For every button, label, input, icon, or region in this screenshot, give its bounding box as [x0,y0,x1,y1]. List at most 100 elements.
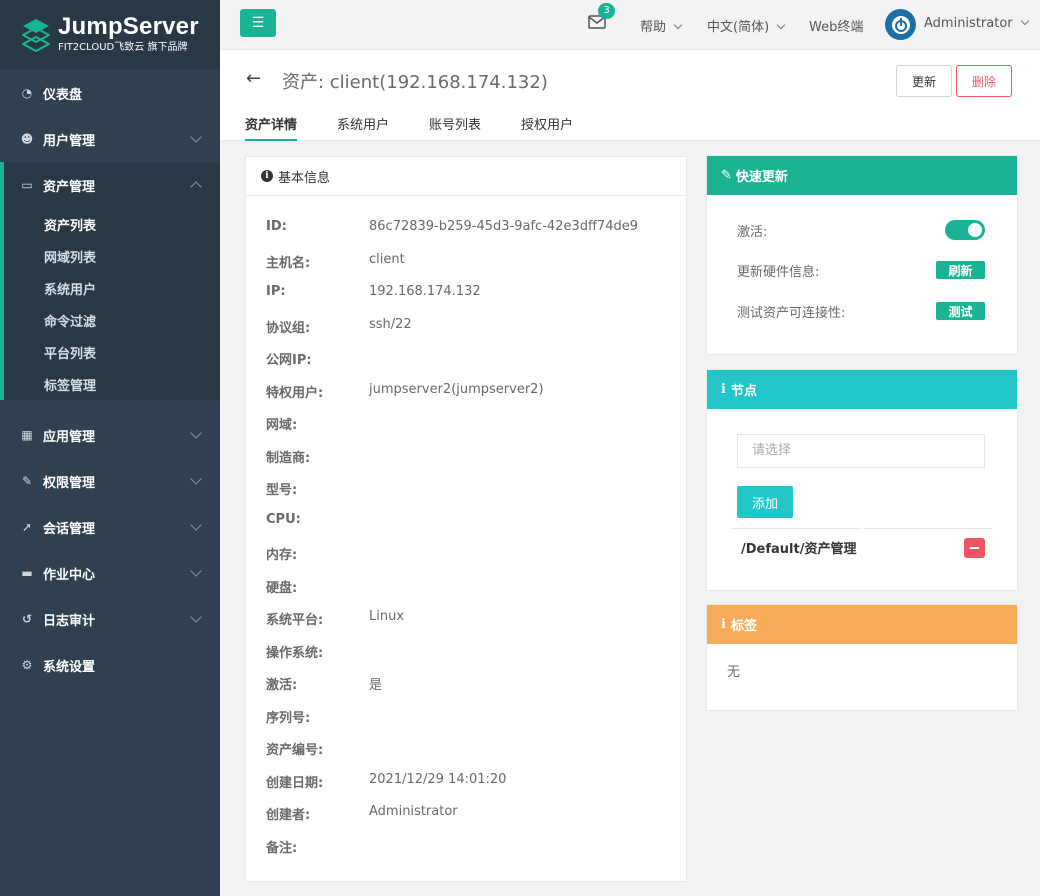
info-key: 内存: [266,548,298,563]
info-key: 主机名: [266,255,311,271]
tab-granted-users[interactable]: 授权用户 [521,114,573,141]
sidebar-item-settings[interactable]: ⚙ 系统设置 [0,642,220,688]
history-icon: ↺ [21,612,33,626]
coffee-icon: ▬ [21,566,33,580]
sidebar-subitem-command-filter[interactable]: 命令过滤 [4,304,220,336]
user-name: Administrator [924,16,1013,31]
sidebar-item-sessions[interactable]: ➚ 会话管理 [0,504,220,550]
brand-tagline: FIT2CLOUD飞致云 旗下品牌 [58,42,188,53]
chevron-down-icon [190,519,202,531]
info-key: 备注: [266,840,298,856]
sidebar-item-audits[interactable]: ↺ 日志审计 [0,596,220,642]
sidebar-item-label: 系统设置 [43,659,96,675]
topbar: ☰ 3 帮助 中文(简体) Web终端 Administrator [220,0,1040,50]
chevron-down-icon [190,427,202,439]
info-key: 操作系统: [266,645,324,661]
quick-update-header: ✎ 快速更新 [707,156,1017,195]
connectivity-test-label: 测试资产可连接性: [737,306,846,321]
sidebar-subitem-asset-list[interactable]: 资产列表 [4,208,220,240]
basic-info-card: i 基本信息 ID: 86c72839-b259-45d3-9afc-42e3df… [245,156,687,882]
sidebar-subitem-platform-list[interactable]: 平台列表 [4,336,220,368]
sidebar-item-jobs[interactable]: ▬ 作业中心 [0,550,220,596]
menu-toggle-button[interactable]: ☰ [240,9,276,37]
chevron-up-icon [190,181,202,193]
active-label: 激活: [737,225,768,240]
language-menu[interactable]: 中文(简体) [707,16,786,35]
grid-icon: ▦ [21,428,33,442]
refresh-hardware-button[interactable]: 刷新 [936,261,985,279]
active-toggle[interactable] [945,220,985,240]
info-key: 网域: [266,418,298,433]
tab-asset-detail[interactable]: 资产详情 [245,114,298,141]
logo[interactable]: JumpServer FIT2CLOUD飞致云 旗下品牌 [0,0,220,70]
tab-system-users[interactable]: 系统用户 [337,114,389,141]
sidebar-subitem-domain-list[interactable]: 网域列表 [4,240,220,272]
sidebar-subitem-label-manage[interactable]: 标签管理 [4,368,220,400]
sidebar-item-applications[interactable]: ▦ 应用管理 [0,412,220,458]
info-key: IP: [266,284,286,299]
labels-card: i 标签 无 [707,605,1017,710]
info-value: 2021/12/29 14:01:20 [369,771,507,787]
info-key: 制造商: [266,450,311,466]
labels-title: 标签 [730,619,757,634]
hardware-update-label: 更新硬件信息: [737,265,820,280]
page-header: ← 资产: client(192.168.174.132) 更新 删除 资产详情… [220,50,1040,141]
users-icon: ☻ [20,132,34,146]
sidebar-item-label: 用户管理 [43,133,96,149]
back-arrow-icon[interactable]: ← [246,68,261,89]
sidebar: JumpServer FIT2CLOUD飞致云 旗下品牌 ◔ 仪表盘 ☻ 用户管… [0,0,220,896]
sidebar-item-label: 作业中心 [43,567,96,583]
info-value: client [369,251,405,267]
sidebar-item-users[interactable]: ☻ 用户管理 [0,116,220,162]
info-key: 创建者: [266,808,311,823]
sidebar-item-label: 会话管理 [43,521,96,537]
gears-icon: ⚙ [21,658,33,672]
divider [863,528,993,529]
delete-button[interactable]: 删除 [956,65,1012,97]
help-menu[interactable]: 帮助 [640,16,683,35]
sidebar-item-assets[interactable]: ▭ 资产管理 [4,162,220,208]
test-connectivity-button[interactable]: 测试 [936,302,985,320]
brand-name: JumpServer [58,13,199,40]
avatar[interactable] [885,9,916,40]
hamburger-icon: ☰ [251,15,265,31]
sidebar-item-label: 资产管理 [43,179,96,195]
chevron-down-icon [776,20,786,30]
sidebar-item-permissions[interactable]: ✎ 权限管理 [0,458,220,504]
sidebar-subitem-system-users[interactable]: 系统用户 [4,272,220,304]
node-select-input[interactable]: 请选择 [737,434,985,468]
jumpserver-logo-icon [20,18,52,53]
web-terminal-link[interactable]: Web终端 [809,16,863,35]
chevron-down-icon [190,565,202,577]
info-key: 协议组: [266,320,311,336]
edit-icon: ✎ [21,474,33,488]
inbox-icon: ▭ [21,178,33,192]
info-icon: i [721,382,726,397]
nodes-card: i 节点 请选择 添加 /Default/资产管理 [707,370,1017,590]
page-title: 资产: client(192.168.174.132) [282,72,548,93]
user-menu[interactable]: Administrator [924,16,1029,31]
divider [731,528,860,529]
info-value: 是 [369,678,383,693]
info-key: ID: [266,219,287,234]
info-key: 资产编号: [266,743,324,758]
sidebar-item-label: 应用管理 [43,429,96,445]
add-node-button[interactable]: 添加 [737,486,793,518]
remove-node-button[interactable] [964,538,985,558]
quick-update-card: ✎ 快速更新 激活: 更新硬件信息: 刷新 测试资产可连接性: 测试 [707,156,1017,354]
quick-update-title: 快速更新 [735,170,788,185]
sidebar-item-dashboard[interactable]: ◔ 仪表盘 [0,70,220,116]
info-key: 系统平台: [266,613,324,628]
labels-header: i 标签 [707,605,1017,644]
tab-account-list[interactable]: 账号列表 [429,114,481,141]
info-key: 创建日期: [266,775,324,791]
info-key: 特权用户: [266,385,324,401]
basic-info-header: i 基本信息 [246,157,686,196]
info-key: CPU: [266,511,301,527]
chevron-down-icon [1020,16,1029,26]
update-button[interactable]: 更新 [896,65,952,97]
chevron-down-icon [190,131,202,143]
dashboard-icon: ◔ [21,86,33,100]
info-value: 86c72839-b259-45d3-9afc-42e3dff74de9 [369,219,638,234]
sidebar-item-label: 权限管理 [43,475,96,491]
